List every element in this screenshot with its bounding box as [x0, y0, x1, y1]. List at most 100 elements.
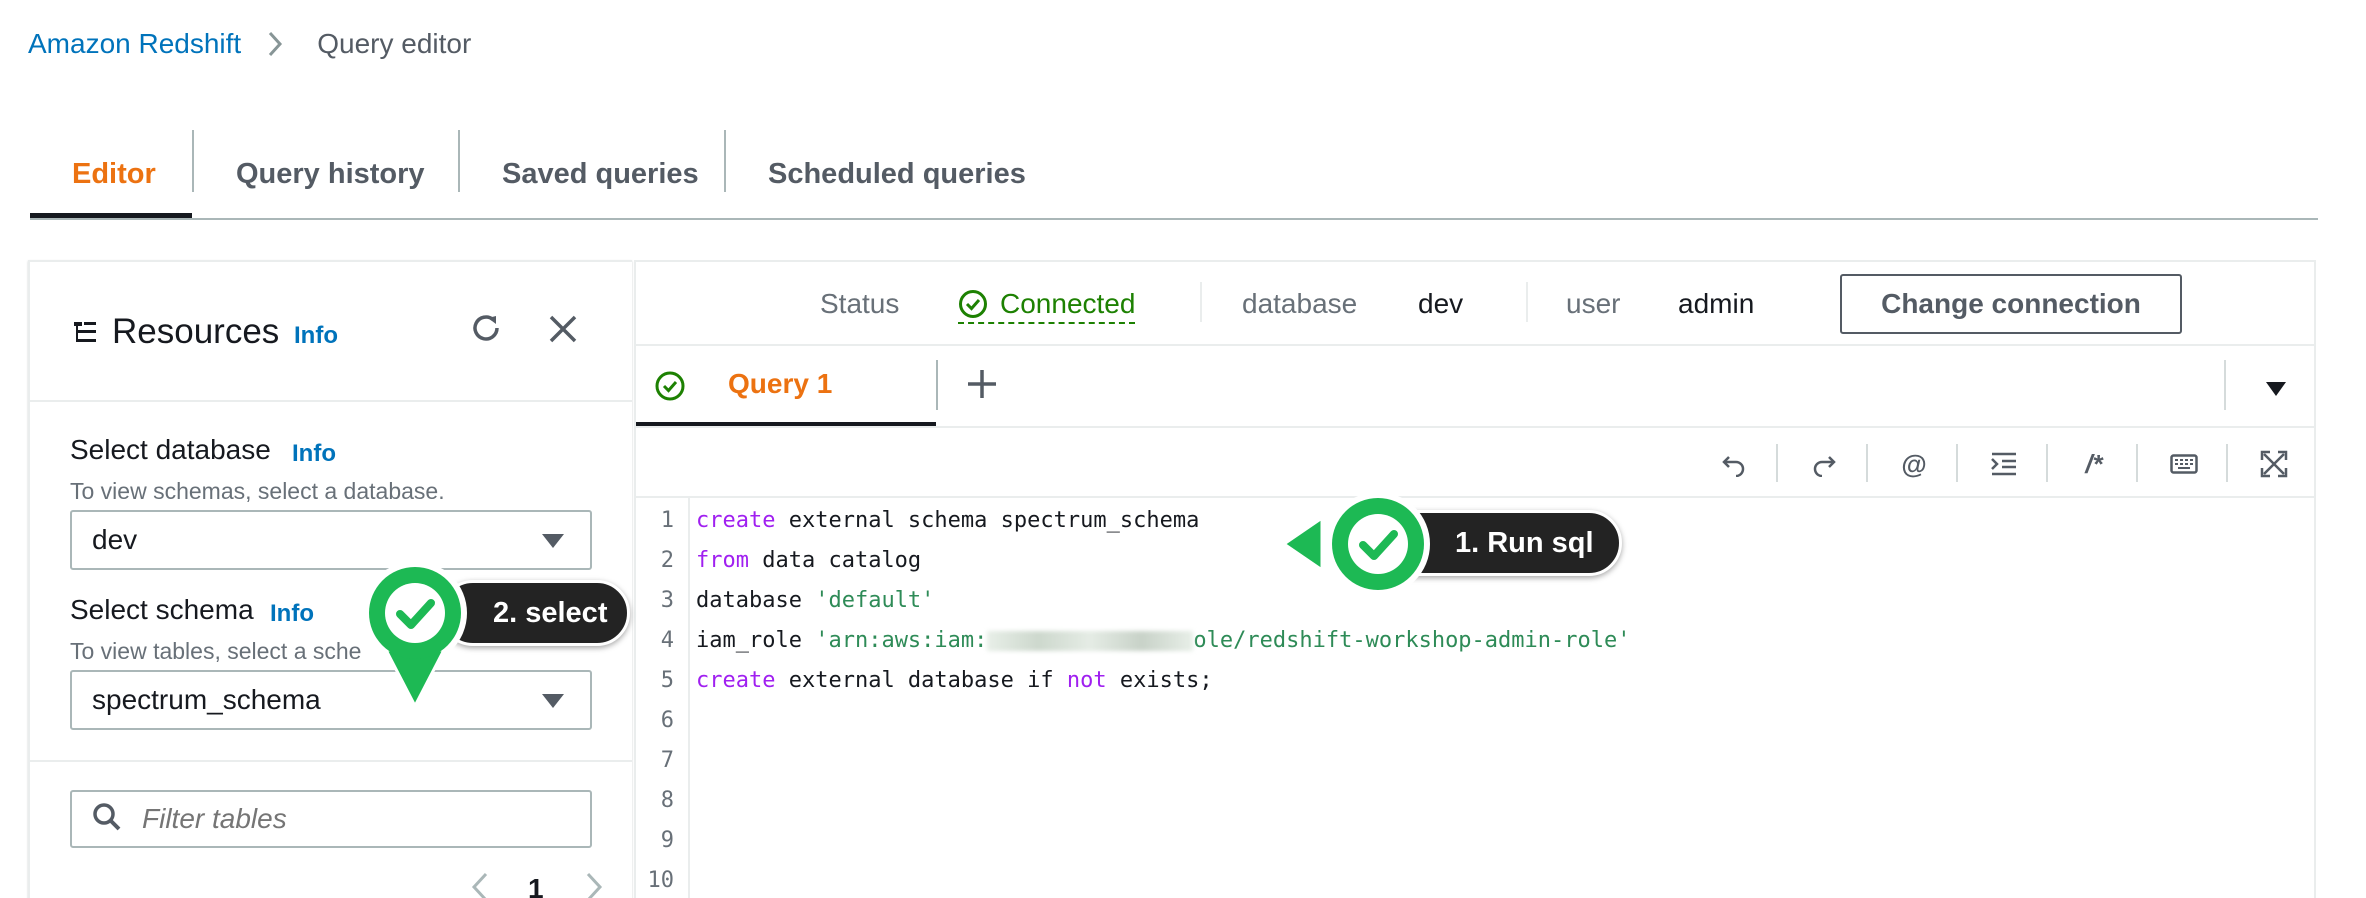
user-value: admin	[1678, 288, 1755, 319]
tab-divider	[192, 130, 194, 192]
toolbar-separator	[1956, 444, 1958, 482]
redacted-account-id	[987, 631, 1194, 651]
line-number: 7	[660, 748, 674, 773]
parameter-at-button[interactable]: @	[1896, 446, 1932, 482]
chevron-left-icon[interactable]	[470, 871, 490, 898]
tree-list-icon	[72, 320, 100, 351]
check-badge-icon	[1282, 492, 1430, 596]
pagination: 1	[470, 871, 604, 898]
line-number: 10	[647, 868, 675, 893]
toolbar-separator	[1776, 444, 1778, 482]
resources-divider	[30, 760, 632, 762]
query-tab-label: Query 1	[728, 368, 833, 399]
chevron-right-icon[interactable]	[584, 871, 604, 898]
status-separator	[1526, 282, 1528, 322]
resources-info-link[interactable]: Info	[294, 322, 338, 350]
breadcrumb-current: Query editor	[317, 28, 472, 59]
database-select-value: dev	[92, 524, 138, 555]
code-text: exists;	[1106, 668, 1213, 693]
code-line: database 'default'	[696, 588, 934, 613]
sql-keyword: from	[696, 548, 749, 573]
schema-select-value: spectrum_schema	[92, 684, 321, 715]
status-label: Status	[820, 288, 900, 319]
code-line: create external schema spectrum_schema	[696, 508, 1199, 533]
status-connected[interactable]: Connected	[958, 288, 1136, 324]
sql-string: 'default'	[815, 588, 935, 613]
toolbar-separator	[2226, 444, 2228, 482]
callout-select-label: 2. select	[493, 596, 608, 629]
line-number: 9	[660, 828, 674, 853]
query-tab-separator	[936, 360, 938, 410]
resources-header: Resources Info	[30, 262, 632, 402]
code-text: iam_role	[696, 628, 816, 653]
check-circle-icon	[958, 289, 988, 319]
sql-keyword: create	[696, 508, 776, 533]
line-number: 2	[660, 548, 674, 573]
tab-divider	[724, 130, 726, 192]
select-schema-label: Select schema	[70, 594, 254, 625]
code-text: external schema spectrum_schema	[775, 508, 1200, 533]
check-circle-icon	[654, 370, 686, 407]
code-text: external database if	[775, 668, 1067, 693]
database-value: dev	[1418, 288, 1464, 319]
connection-status-bar: Status Connected database dev user admin…	[636, 262, 2316, 346]
breadcrumb-link-redshift[interactable]: Amazon Redshift	[28, 28, 241, 60]
line-number: 8	[660, 788, 674, 813]
code-text: data catalog	[748, 548, 922, 573]
sql-string: ole/redshift-workshop-admin-role'	[1193, 628, 1631, 653]
add-query-tab-icon[interactable]	[966, 364, 998, 409]
tab-divider	[458, 130, 460, 192]
close-icon[interactable]	[548, 314, 578, 349]
page-number[interactable]: 1	[528, 873, 544, 898]
keyboard-icon[interactable]	[2166, 446, 2202, 482]
caret-down-icon[interactable]	[2266, 382, 2286, 396]
query-tab[interactable]: Query 1	[636, 346, 936, 426]
user-label: user	[1566, 288, 1621, 319]
undo-icon[interactable]	[1716, 446, 1752, 482]
schema-info-link[interactable]: Info	[270, 600, 314, 628]
line-number: 1	[660, 508, 674, 533]
indent-icon[interactable]	[1986, 446, 2022, 482]
toolbar-separator	[2046, 444, 2048, 482]
filter-tables-input[interactable]	[142, 803, 582, 835]
comment-button[interactable]: /*	[2076, 446, 2112, 482]
fullscreen-icon[interactable]	[2256, 446, 2292, 482]
schema-select[interactable]: spectrum_schema	[70, 670, 592, 730]
database-select[interactable]: dev	[70, 510, 592, 570]
tab-scheduled-queries[interactable]: Scheduled queries	[768, 130, 1026, 218]
caret-down-icon	[542, 694, 564, 708]
toolbar-separator	[1866, 444, 1868, 482]
line-number: 6	[660, 708, 674, 733]
line-number: 3	[660, 588, 674, 613]
search-icon	[92, 802, 122, 837]
code-line: create external database if not exists;	[696, 668, 1213, 693]
line-number: 4	[660, 628, 674, 653]
editor-toolbar: @ /*	[636, 428, 2316, 498]
select-database-label: Select database	[70, 434, 271, 465]
refresh-icon[interactable]	[468, 310, 504, 351]
database-info-link[interactable]: Info	[292, 440, 336, 468]
callout-run-sql-label: 1. Run sql	[1455, 526, 1594, 559]
code-line: iam_role 'arn:aws:iam: ole/redshift-works…	[696, 628, 1631, 653]
change-connection-button[interactable]: Change connection	[1840, 274, 2182, 334]
status-value: Connected	[1000, 288, 1136, 319]
sql-keyword: create	[696, 668, 776, 693]
check-badge-icon	[363, 561, 467, 710]
database-label: database	[1242, 288, 1358, 319]
main-tabs: Editor Query history Saved queries Sched…	[30, 130, 2318, 220]
editor-panel: Status Connected database dev user admin…	[634, 260, 2316, 898]
redo-icon[interactable]	[1806, 446, 1842, 482]
query-tabs: Query 1	[636, 346, 2316, 428]
resources-title: Resources	[112, 312, 280, 351]
line-number-gutter: 1 2 3 4 5 6 7 8 9 10	[636, 498, 690, 898]
code-line: from data catalog	[696, 548, 921, 573]
toolbar-separator	[2136, 444, 2138, 482]
tab-editor[interactable]: Editor	[72, 130, 156, 218]
line-number: 5	[660, 668, 674, 693]
tab-saved-queries[interactable]: Saved queries	[502, 130, 699, 218]
sql-keyword: not	[1066, 668, 1107, 693]
sql-string: 'arn:aws:iam:	[815, 628, 988, 653]
filter-tables-field[interactable]	[70, 790, 592, 848]
tab-query-history[interactable]: Query history	[236, 130, 425, 218]
status-separator	[1200, 282, 1202, 322]
